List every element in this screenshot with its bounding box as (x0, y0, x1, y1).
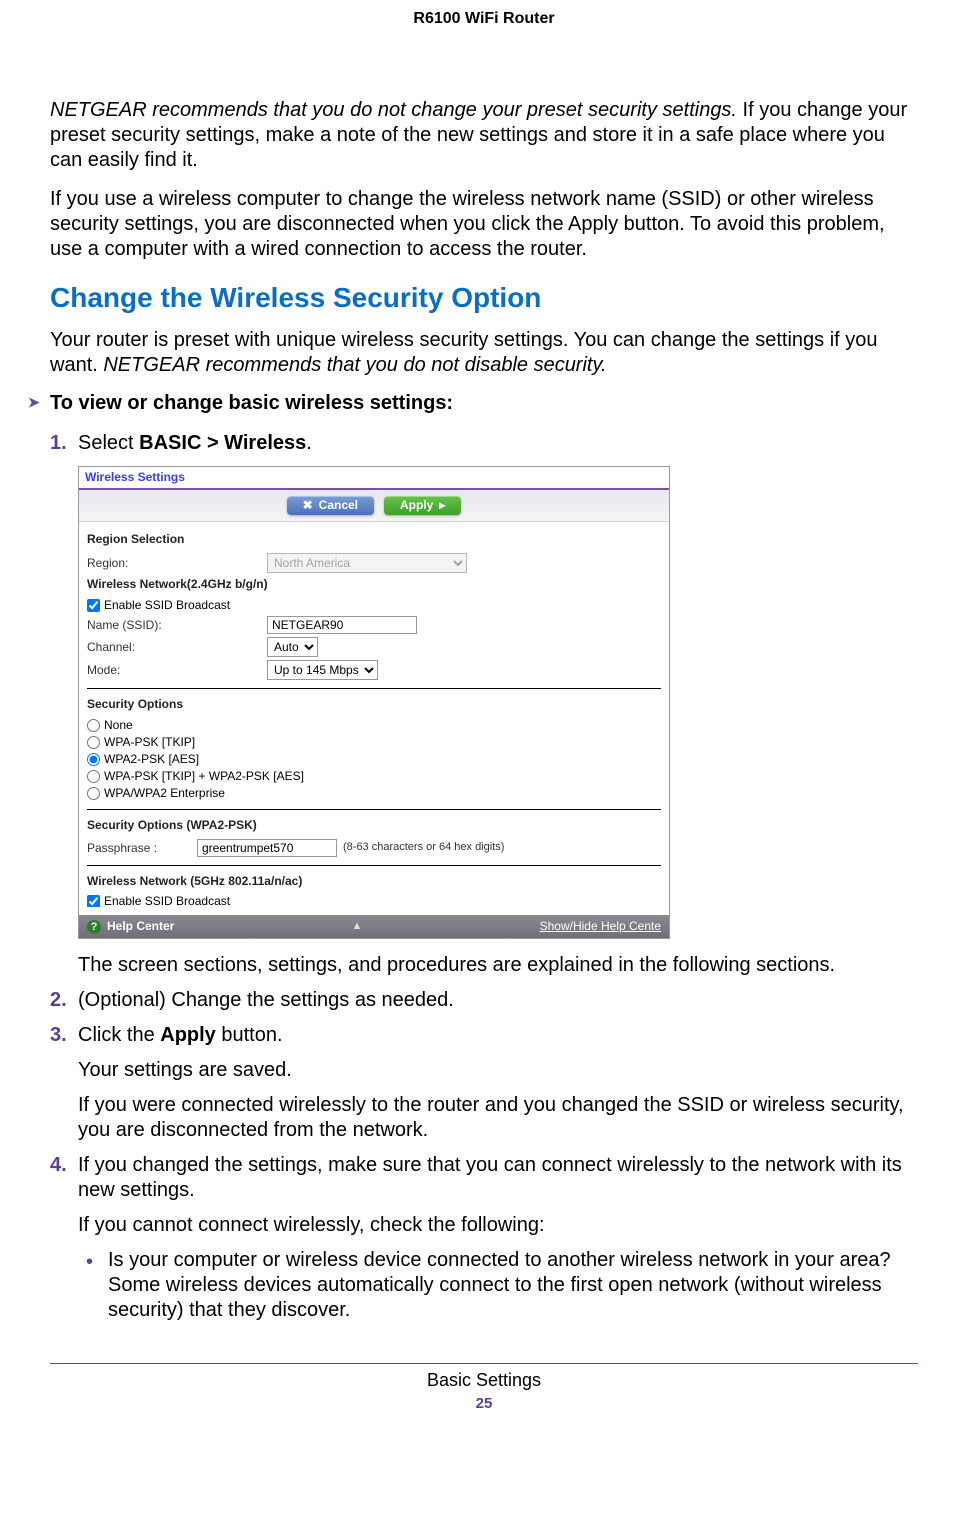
enable-ssid-checkbox[interactable]: Enable SSID Broadcast (87, 598, 661, 613)
page-footer: Basic Settings 25 (50, 1363, 918, 1412)
step-number: 1. (50, 431, 67, 456)
section-paragraph: Your router is preset with unique wirele… (50, 328, 918, 378)
step-2-text: (Optional) Change the settings as needed… (78, 988, 918, 1013)
radio-mixed-label: WPA-PSK [TKIP] + WPA2-PSK [AES] (104, 769, 304, 784)
expand-up-icon[interactable]: ▲ (352, 920, 363, 934)
ss-toolbar: ✖ Cancel Apply ▸ (79, 490, 669, 522)
step-3-text-c: button. (216, 1024, 283, 1046)
enable-ssid-input[interactable] (87, 599, 100, 612)
intro-recommendation: NETGEAR recommends that you do not chang… (50, 99, 737, 121)
procedure-marker-icon: ➤ (28, 394, 40, 411)
security-enterprise-radio[interactable]: WPA/WPA2 Enterprise (87, 786, 661, 801)
apply-button[interactable]: Apply ▸ (384, 496, 461, 515)
help-toggle-link[interactable]: Show/Hide Help Cente (540, 919, 661, 934)
wireless-settings-screenshot: Wireless Settings ✖ Cancel Apply ▸ Regio… (78, 466, 670, 939)
procedure-lead: ➤ To view or change basic wireless setti… (50, 392, 918, 415)
cancel-button[interactable]: ✖ Cancel (287, 496, 374, 515)
channel-select[interactable]: Auto (267, 637, 318, 657)
wireless-24-heading: Wireless Network(2.4GHz b/g/n) (87, 577, 661, 592)
mode-label: Mode: (87, 663, 267, 678)
footer-page-number: 25 (50, 1395, 918, 1412)
help-center-bar[interactable]: ? Help Center ▲ Show/Hide Help Cente (79, 915, 669, 938)
radio-wpa2-aes[interactable] (87, 753, 100, 766)
step-3-apply: Apply (160, 1024, 216, 1046)
step-3: 3. Click the Apply button. Your settings… (78, 1023, 918, 1143)
step-number: 2. (50, 988, 67, 1013)
step-4-text: If you changed the settings, make sure t… (78, 1153, 918, 1203)
step-1-text-a: Select (78, 432, 139, 454)
page-header: R6100 WiFi Router (50, 10, 918, 28)
radio-mixed[interactable] (87, 770, 100, 783)
close-icon: ✖ (303, 498, 313, 513)
step-4-p1: If you cannot connect wirelessly, check … (78, 1213, 918, 1238)
security-wpa2-heading: Security Options (WPA2-PSK) (87, 818, 661, 833)
help-icon: ? (87, 920, 101, 934)
ssid-name-label: Name (SSID): (87, 618, 267, 633)
section-recommendation: NETGEAR recommends that you do not disab… (103, 354, 606, 376)
step-3-p1: Your settings are saved. (78, 1058, 918, 1083)
chevron-right-icon: ▸ (439, 498, 445, 513)
enable-ssid-5g-input[interactable] (87, 895, 100, 907)
security-wpa2-aes-radio[interactable]: WPA2-PSK [AES] (87, 752, 661, 767)
radio-none-label: None (104, 718, 133, 733)
passphrase-label: Passphrase : (87, 841, 197, 856)
region-selection-heading: Region Selection (87, 532, 661, 547)
intro-paragraph-1: NETGEAR recommends that you do not chang… (50, 98, 918, 173)
step-1-text-c: . (306, 432, 312, 454)
help-center-label: Help Center (107, 919, 174, 934)
step-2: 2. (Optional) Change the settings as nee… (78, 988, 918, 1013)
region-label: Region: (87, 556, 267, 571)
passphrase-input[interactable] (197, 839, 337, 857)
passphrase-note: (8-63 characters or 64 hex digits) (343, 841, 504, 855)
step-4-bullet-1-text: Is your computer or wireless device conn… (108, 1249, 891, 1321)
wireless-5g-heading: Wireless Network (5GHz 802.11a/n/ac) (87, 874, 661, 889)
radio-enterprise[interactable] (87, 787, 100, 800)
ssid-name-input[interactable] (267, 616, 417, 634)
radio-wpa2-aes-label: WPA2-PSK [AES] (104, 752, 199, 767)
bullet-icon: • (86, 1252, 93, 1272)
security-options-heading: Security Options (87, 697, 661, 712)
section-heading: Change the Wireless Security Option (50, 282, 918, 314)
intro-paragraph-2: If you use a wireless computer to change… (50, 187, 918, 262)
step-number: 4. (50, 1153, 67, 1178)
step-1-path: BASIC > Wireless (139, 432, 306, 454)
step-number: 3. (50, 1023, 67, 1048)
mode-select[interactable]: Up to 145 Mbps (267, 660, 378, 680)
step-3-text-a: Click the (78, 1024, 160, 1046)
region-select[interactable]: North America (267, 553, 467, 573)
step-4: 4. If you changed the settings, make sur… (78, 1153, 918, 1323)
screenshot-caption: The screen sections, settings, and proce… (78, 953, 918, 978)
step-4-bullet-1: • Is your computer or wireless device co… (108, 1248, 918, 1323)
procedure-lead-text: To view or change basic wireless setting… (50, 392, 453, 414)
security-none-radio[interactable]: None (87, 718, 661, 733)
enable-ssid-label: Enable SSID Broadcast (104, 598, 230, 613)
radio-wpa-tkip[interactable] (87, 736, 100, 749)
security-wpa-tkip-radio[interactable]: WPA-PSK [TKIP] (87, 735, 661, 750)
apply-label: Apply (400, 498, 433, 513)
step-1: 1. Select BASIC > Wireless. Wireless Set… (78, 431, 918, 978)
step-3-p2: If you were connected wirelessly to the … (78, 1093, 918, 1143)
cancel-label: Cancel (319, 498, 358, 513)
enable-ssid-5g-label: Enable SSID Broadcast (104, 895, 230, 907)
ss-window-title: Wireless Settings (79, 467, 669, 490)
security-mixed-radio[interactable]: WPA-PSK [TKIP] + WPA2-PSK [AES] (87, 769, 661, 784)
radio-none[interactable] (87, 719, 100, 732)
channel-label: Channel: (87, 640, 267, 655)
radio-enterprise-label: WPA/WPA2 Enterprise (104, 786, 225, 801)
enable-ssid-5g-checkbox[interactable]: Enable SSID Broadcast (87, 895, 661, 907)
radio-wpa-tkip-label: WPA-PSK [TKIP] (104, 735, 195, 750)
footer-section: Basic Settings (50, 1370, 918, 1391)
